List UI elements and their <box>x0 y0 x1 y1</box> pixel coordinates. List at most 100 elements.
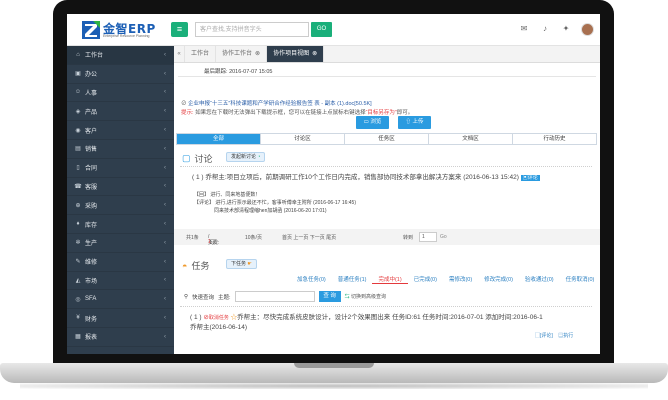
comment-bubble-icon: ◔ <box>257 154 261 160</box>
search-icon: ⚲ <box>184 293 189 300</box>
quick-search-label: 快速查询 <box>192 294 215 301</box>
status-tab-urgent[interactable]: 加急任务(0) <box>291 275 332 284</box>
tab-scroll-left-icon[interactable]: « <box>174 46 185 62</box>
attachment-icon: ⊘ <box>181 101 187 107</box>
sidebar-item-label: 产品 <box>85 109 98 116</box>
sidebar-item-inventory[interactable]: ♦ 库存 ‹ <box>67 215 174 234</box>
pin-icon[interactable]: ✦ <box>560 22 572 36</box>
browse-label: 浏览 <box>370 119 382 125</box>
task-comment-link[interactable]: ▢[评论] <box>535 333 553 339</box>
laptop-shadow <box>20 383 648 389</box>
tasks-heading: ◓ 任务 <box>182 259 209 272</box>
tab-label: 协作工作台 <box>222 51 253 57</box>
attachment-link[interactable]: 企业申报“十三五”科技课题和产学研合作经验报告签 表 - 副本 (1).doc[… <box>188 101 372 107</box>
sidebar-item-label: 工作台 <box>85 53 104 60</box>
discussion-heading: ▢ 讨论 <box>182 152 213 165</box>
tab-workbench[interactable]: 工作台 <box>185 46 217 62</box>
close-icon[interactable]: ⊗ <box>312 51 317 57</box>
chevron-left-icon: ‹ <box>164 296 166 303</box>
pager-page-input[interactable]: 1 <box>419 232 437 242</box>
sidebar-item-office[interactable]: ▣ 办公 ‹ <box>67 65 174 84</box>
section-tab-history[interactable]: 行动历史 <box>513 134 596 144</box>
status-tab-done[interactable]: 已完成(0) <box>408 275 443 284</box>
menu-toggle-button[interactable]: ≡ <box>171 22 188 37</box>
tab-label: 协作项目视图 <box>273 51 310 57</box>
task-run-link[interactable]: ▤执行 <box>558 333 573 339</box>
status-tab-in-progress[interactable]: 完成中(1) <box>372 275 408 284</box>
logo-subtitle: Enterprise Resource Planning <box>103 34 150 38</box>
sidebar-item-label: 客户 <box>85 128 98 135</box>
new-discussion-button[interactable]: 发起新讨论 ◔ <box>226 152 266 162</box>
logo-mark-icon <box>82 21 100 39</box>
logo[interactable]: 金智ERP Enterprise Resource Planning <box>81 20 167 42</box>
sidebar-item-finance[interactable]: ¥ 财务 ‹ <box>67 309 174 328</box>
chevron-left-icon: ‹ <box>164 333 166 340</box>
sidebar-item-purchase[interactable]: ⊕ 采购 ‹ <box>67 196 174 216</box>
phone-icon: ☎ <box>74 183 82 190</box>
sidebar-item-service[interactable]: ☎ 客服 ‹ <box>67 178 174 197</box>
status-tab-needs-change[interactable]: 需修改(0) <box>443 275 478 284</box>
tab-collab-project-view[interactable]: 协作项目视图 ⊗ <box>267 46 325 62</box>
pager-nav[interactable]: 首页 上一页 下一页 尾页 <box>282 234 336 241</box>
divider <box>180 166 592 167</box>
sidebar-item-label: 办公 <box>85 72 98 79</box>
status-tab-normal[interactable]: 普通任务(1) <box>332 275 373 284</box>
chevron-left-icon: ‹ <box>164 108 166 115</box>
pager-page-total: 1页 <box>209 240 218 246</box>
report-icon: ▦ <box>75 334 81 341</box>
advanced-search-link[interactable]: ⇆ 切换到高级查询 <box>345 293 386 300</box>
status-tab-accepted[interactable]: 验收通过(0) <box>519 275 560 284</box>
laptop-notch <box>294 363 374 368</box>
discussion-reply-link[interactable]: ▣评论 <box>520 175 540 181</box>
sidebar-item-market[interactable]: ◭ 市场 ‹ <box>67 272 174 291</box>
comment-icon: ▢ <box>182 153 191 163</box>
sidebar-item-label: 报表 <box>85 335 98 342</box>
pager-go-button[interactable]: Go <box>440 234 447 240</box>
sidebar-item-repair[interactable]: ✎ 维修 ‹ <box>67 253 174 272</box>
section-tab-documents[interactable]: 文档区 <box>429 134 513 144</box>
section-tab-all[interactable]: 全部 <box>177 134 261 144</box>
pager-pages: 页次: 1/1页 <box>208 234 220 246</box>
sidebar-item-label: 合同 <box>85 166 98 173</box>
status-tab-cancelled[interactable]: 任务取消(0) <box>560 275 600 284</box>
status-tab-changed[interactable]: 修改完成(0) <box>478 275 519 284</box>
chevron-left-icon: ‹ <box>164 277 166 284</box>
chevron-left-icon: ‹ <box>164 145 166 152</box>
customer-search-input[interactable] <box>195 22 309 37</box>
section-tab-discussion[interactable]: 讨论区 <box>261 134 345 144</box>
sidebar-item-product[interactable]: ◈ 产品 ‹ <box>67 102 174 122</box>
money-icon: ¥ <box>76 315 80 322</box>
sidebar-item-sales[interactable]: ▤ 销售 ‹ <box>67 140 174 159</box>
task-comment-label: [评论] <box>540 333 553 339</box>
chevron-left-icon: ‹ <box>164 70 166 77</box>
sidebar-item-contract[interactable]: ▯ 合同 ‹ <box>67 159 174 178</box>
task-theme-input[interactable] <box>234 291 315 302</box>
browse-button[interactable]: ▭ 浏览 <box>356 116 389 129</box>
new-task-button[interactable]: 下任务 ☛ <box>226 259 257 269</box>
task-entry-text: 乔帮主：尽快完成系统皮肤设计，设计2个效果图出来 任务ID:61 任务时间:20… <box>237 314 543 321</box>
download-hint: 提示: 如果您在下载时无法弹出下载提示框，您可以在链接上点鼠标右键选择“目标另存… <box>181 108 413 116</box>
chevron-left-icon: ‹ <box>164 315 166 322</box>
close-icon[interactable]: ⊗ <box>255 51 260 57</box>
sidebar-item-customer[interactable]: ◉ 客户 ‹ <box>67 121 174 140</box>
chevron-left-icon: ‹ <box>164 183 166 190</box>
sidebar-item-production[interactable]: ✲ 生产 ‹ <box>67 234 174 253</box>
query-button[interactable]: 查 询 <box>318 291 341 302</box>
sidebar-item-hr[interactable]: ☺ 人事 ‹ <box>67 84 174 103</box>
latest-reply: 最后跟踪: 2016-07-07 15:05 <box>204 67 273 75</box>
task-status-tabs: 加急任务(0) 普通任务(1) 完成中(1) 已完成(0) 需修改(0) 修改完… <box>291 275 600 284</box>
sidebar-item-workbench[interactable]: ⌂ 工作台 ‹ <box>67 46 174 65</box>
sidebar-item-report[interactable]: ▦ 报表 ‹ <box>67 328 174 347</box>
task-entry[interactable]: ( 1 ) ⊘取消任务 ☆乔帮主：尽快完成系统皮肤设计，设计2个效果图出来 任务… <box>190 311 543 321</box>
tab-collab-workbench[interactable]: 协作工作台 ⊗ <box>216 46 268 62</box>
sidebar-item-sfa[interactable]: ◎ SFA ‹ <box>67 290 174 310</box>
chat-icon[interactable]: ✉ <box>518 22 530 36</box>
divider <box>178 76 596 77</box>
avatar[interactable] <box>581 22 594 36</box>
search-go-button[interactable]: GO <box>311 22 332 37</box>
divider <box>180 306 592 307</box>
upload-button[interactable]: ⇧ 上传 <box>398 116 431 129</box>
discussion-entry[interactable]: ( 1 ) 乔帮主:项目立项后，前期调研工作10个工作日内完成，销售部协同技术部… <box>192 171 540 181</box>
bell-icon[interactable]: ♪ <box>539 22 551 36</box>
section-tab-tasks[interactable]: 任务区 <box>345 134 429 144</box>
